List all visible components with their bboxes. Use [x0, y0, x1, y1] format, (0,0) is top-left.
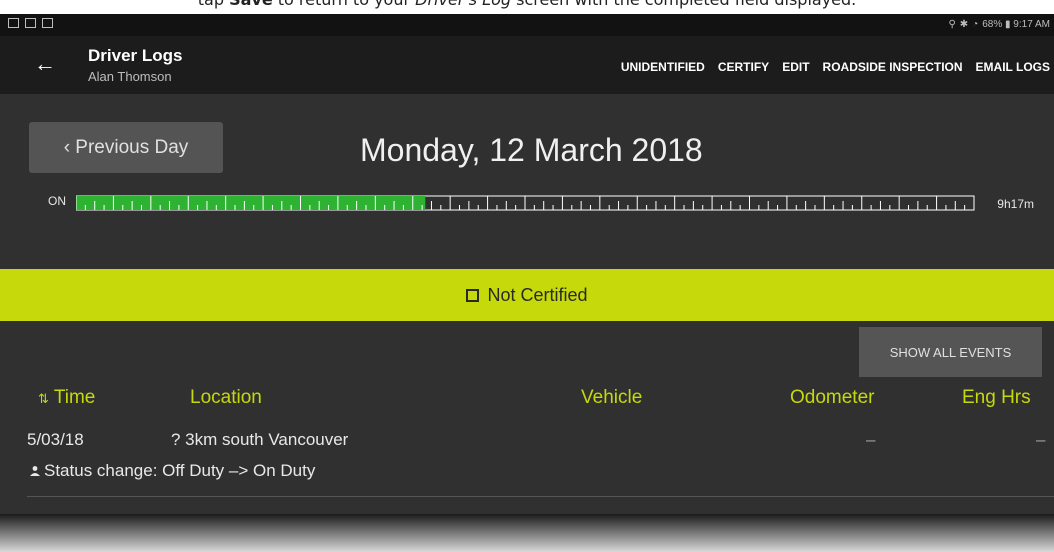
previous-day-button[interactable]: ‹ Previous Day: [29, 122, 223, 173]
location-icon: ⚲: [948, 19, 956, 30]
bluetooth-icon: ✱: [959, 19, 969, 30]
unidentified-button[interactable]: UNIDENTIFIED: [621, 60, 705, 74]
certification-status: Not Certified: [487, 284, 588, 305]
instruction-caption: tap Save to return to your Driver's Log …: [0, 0, 1054, 14]
wifi-signal-icon: ◔: [972, 19, 979, 30]
column-odometer[interactable]: Odometer: [790, 387, 874, 409]
sort-icon: ⇅: [38, 391, 49, 406]
log-date: Monday, 12 March 2018: [360, 132, 703, 168]
event-location: ? 3km south Vancouver: [171, 430, 349, 449]
duty-status-label: ON: [48, 194, 66, 208]
certification-bar[interactable]: Not Certified: [0, 269, 1054, 321]
column-time-label: Time: [53, 387, 96, 408]
column-location[interactable]: Location: [190, 387, 262, 409]
arrow-left-icon[interactable]: ←: [34, 50, 56, 78]
app-notification-icon: [42, 18, 53, 28]
app-toolbar: ← Driver Logs Alan Thomson UNIDENTIFIED …: [0, 36, 1054, 94]
show-all-events-button[interactable]: SHOW ALL EVENTS: [859, 327, 1042, 377]
total-hours: 9h17m: [997, 197, 1034, 211]
page-title: Driver Logs: [88, 46, 183, 65]
event-date: 5/03/18: [27, 430, 84, 449]
edit-button[interactable]: EDIT: [782, 60, 809, 74]
on-duty-segment: [76, 196, 426, 210]
column-vehicle[interactable]: Vehicle: [581, 387, 642, 409]
column-time[interactable]: ⇅ Time: [38, 387, 95, 409]
system-status: ⚲ ✱ ◔ 68% ▮ 9:17 AM: [948, 19, 1050, 30]
toolbar-actions: UNIDENTIFIED CERTIFY EDIT ROADSIDE INSPE…: [621, 60, 1050, 74]
notification-icons: [8, 18, 53, 28]
duty-timeline: [76, 195, 975, 211]
roadside-inspection-button[interactable]: ROADSIDE INSPECTION: [823, 60, 963, 74]
image-notification-icon: [8, 18, 19, 28]
column-eng-hrs[interactable]: Eng Hrs: [962, 387, 1031, 409]
clipboard-notification-icon: [25, 18, 36, 28]
event-eng-hrs: –: [1036, 430, 1046, 449]
event-odometer: –: [866, 430, 876, 449]
event-status: Status change: Off Duty –> On Duty: [44, 461, 316, 480]
checkbox-empty-icon[interactable]: [466, 288, 480, 302]
email-logs-button[interactable]: EMAIL LOGS: [976, 60, 1050, 74]
android-status-bar: ⚲ ✱ ◔ 68% ▮ 9:17 AM: [0, 14, 1054, 36]
row-divider: [27, 496, 1054, 497]
bottom-shadow: [0, 514, 1054, 552]
app-screen: ⚲ ✱ ◔ 68% ▮ 9:17 AM ← Driver Logs Alan T…: [0, 14, 1054, 552]
battery-time: 68% ▮ 9:17 AM: [982, 19, 1050, 30]
certify-button[interactable]: CERTIFY: [718, 60, 769, 74]
person-icon: [30, 466, 40, 476]
driver-name: Alan Thomson: [88, 69, 172, 84]
